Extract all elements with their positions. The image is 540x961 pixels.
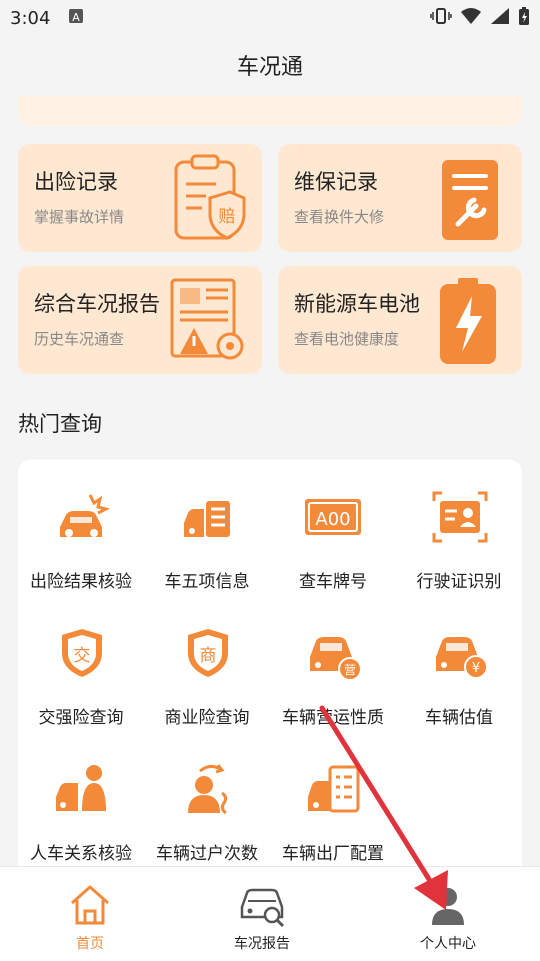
badge-text: 商 (200, 646, 217, 666)
grid-item-label: 出险结果核验 (30, 572, 132, 592)
car-report-icon (240, 888, 285, 928)
grid-item-car-five-info[interactable]: 车五项信息 (144, 459, 270, 595)
report-warning-icon (170, 278, 244, 360)
car-operation-icon: 营 (310, 637, 362, 681)
grid-item-label: 人车关系核验 (30, 844, 132, 864)
car-config-icon (308, 765, 360, 813)
grid-item-transfer-count[interactable]: 车辆过户次数 (144, 731, 270, 866)
person-transfer-icon (188, 764, 228, 815)
notification-a-icon: A (68, 8, 84, 29)
nav-label: 首页 (76, 936, 104, 952)
plate-text: A00 (315, 509, 350, 530)
card-title: 新能源车电池 (294, 292, 420, 316)
grid-item-accident-verify[interactable]: 出险结果核验 (18, 459, 144, 595)
home-icon (71, 885, 109, 925)
bottom-nav: 首页 车况报告 个人中心 (0, 866, 540, 961)
hot-query-grid: 出险结果核验 车五项信息 A00 查车牌号 行驶证识别 交 交强险查询 商 商业… (18, 459, 522, 866)
grid-item-label: 查车牌号 (299, 572, 367, 592)
insurance-claim-doc-icon: 赔 (174, 154, 246, 240)
card-overall-report[interactable]: 综合车况报告 历史车况通查 (18, 266, 262, 374)
card-maintenance-record[interactable]: 维保记录 查看换件大修 (278, 144, 522, 252)
signal-icon (490, 7, 510, 29)
id-card-scan-icon (432, 491, 488, 543)
grid-item-label: 车辆估值 (425, 708, 493, 728)
grid-item-label: 交强险查询 (38, 708, 124, 728)
person-car-icon (56, 765, 106, 811)
card-title: 综合车况报告 (34, 292, 160, 316)
nav-car-report[interactable]: 车况报告 (172, 867, 352, 961)
badge-text: 交 (74, 646, 91, 666)
grid-item-operation-type[interactable]: 营 车辆营运性质 (270, 595, 396, 731)
badge-text: ¥ (472, 661, 480, 676)
nav-label: 车况报告 (234, 936, 290, 952)
grid-item-license-ocr[interactable]: 行驶证识别 (396, 459, 522, 595)
card-ev-battery[interactable]: 新能源车电池 查看电池健康度 (278, 266, 522, 374)
banner-partial[interactable] (18, 96, 522, 126)
status-time: 3:04 (10, 7, 51, 29)
person-icon (432, 888, 464, 925)
card-subtitle: 历史车况通查 (34, 330, 125, 348)
shield-shang-icon: 商 (188, 629, 228, 677)
nav-home[interactable]: 首页 (0, 867, 180, 961)
card-subtitle: 掌握事故详情 (34, 208, 125, 226)
grid-item-compulsory-insurance[interactable]: 交 交强险查询 (18, 595, 144, 731)
vibrate-icon (430, 7, 452, 29)
grid-item-person-car-verify[interactable]: 人车关系核验 (18, 731, 144, 866)
badge-text: 营 (344, 663, 356, 677)
grid-item-label: 行驶证识别 (416, 572, 502, 592)
status-bar: 3:04 A (0, 0, 540, 36)
license-plate-icon: A00 (305, 499, 361, 535)
wifi-icon (460, 7, 482, 29)
grid-item-factory-config[interactable]: 车辆出厂配置 (270, 731, 396, 866)
battery-charge-icon (440, 278, 496, 364)
nav-profile[interactable]: 个人中心 (358, 867, 538, 961)
card-subtitle: 查看换件大修 (294, 208, 385, 226)
svg-text:A: A (73, 11, 81, 24)
card-subtitle: 查看电池健康度 (294, 330, 400, 348)
page-title: 车况通 (236, 55, 303, 80)
battery-icon (518, 6, 530, 30)
card-accident-record[interactable]: 出险记录 掌握事故详情 赔 (18, 144, 262, 252)
nav-label: 个人中心 (420, 936, 476, 952)
grid-item-label: 车辆过户次数 (156, 844, 258, 864)
section-title-hot: 热门查询 (18, 412, 102, 436)
grid-item-label: 车五项信息 (164, 572, 250, 592)
svg-text:赔: 赔 (219, 207, 236, 227)
maintenance-doc-icon (442, 160, 498, 240)
car-info-icon (184, 501, 230, 537)
card-title: 维保记录 (294, 170, 378, 194)
grid-item-label: 车辆出厂配置 (282, 844, 384, 864)
grid-item-car-valuation[interactable]: ¥ 车辆估值 (396, 595, 522, 731)
grid-item-label: 商业险查询 (164, 708, 250, 728)
grid-item-label: 车辆营运性质 (282, 708, 384, 728)
grid-item-plate-lookup[interactable]: A00 查车牌号 (270, 459, 396, 595)
car-crash-icon (60, 494, 110, 537)
grid-item-commercial-insurance[interactable]: 商 商业险查询 (144, 595, 270, 731)
car-value-icon: ¥ (436, 637, 488, 679)
card-title: 出险记录 (34, 170, 118, 194)
main-scroll[interactable]: 出险记录 掌握事故详情 赔 维保记录 查看换件大修 综合车况报告 历史车况通查 (0, 96, 540, 866)
shield-jiao-icon: 交 (62, 629, 102, 677)
